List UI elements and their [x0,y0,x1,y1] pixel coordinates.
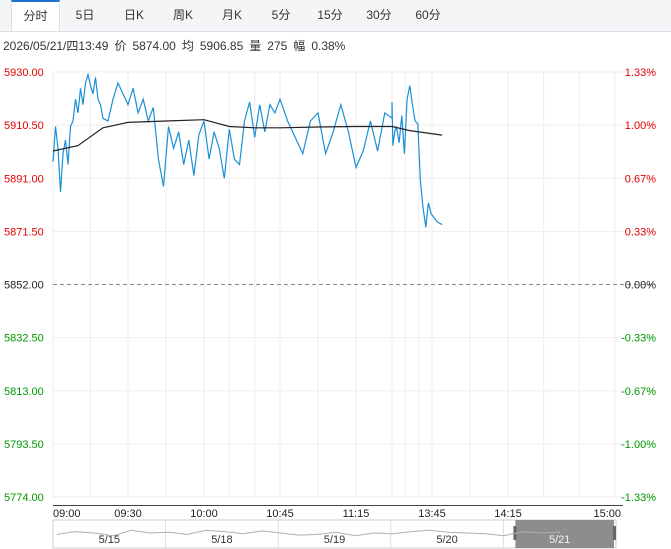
x-tick-label: 14:15 [494,508,522,520]
x-tick-label: 09:00 [53,508,81,520]
pct-tick-label: -0.67% [621,386,656,398]
pct-tick-label: -1.00% [621,439,656,451]
pct-tick-label: 1.00% [625,120,656,132]
intraday-chart[interactable]: 5930.00 1.33% 5910.50 1.00% 5891.00 0.67% 5871… [0,0,671,549]
pct-tick-label: 0.67% [625,173,656,185]
x-tick-label: 15:00 [593,508,621,520]
navigator-day-label: 5/18 [211,534,232,546]
pct-tick-label: 1.33% [625,67,656,79]
x-tick-label: 13:45 [418,508,446,520]
pct-tick-label: 0.00% [625,280,656,292]
price-line [52,72,443,228]
y-tick-label: 5930.00 [4,67,44,79]
y-tick-label: 5832.50 [4,333,44,345]
y-tick-label: 5793.50 [4,439,44,451]
y-tick-label: 5774.00 [4,492,44,504]
y-tick-label: 5910.50 [4,120,44,132]
y-tick-label: 5852.00 [4,280,44,292]
average-line [52,119,443,152]
navigator-day-label: 5/15 [99,534,120,546]
navigator-day-label: 5/20 [436,534,457,546]
x-tick-label: 10:00 [190,508,218,520]
navigator-day-label: 5/21 [549,534,570,546]
navigator-day-label: 5/19 [324,534,345,546]
y-tick-label: 5813.00 [4,386,44,398]
pct-tick-label: -1.33% [621,492,656,504]
y-tick-label: 5891.00 [4,173,44,185]
pct-tick-label: -0.33% [621,333,656,345]
x-tick-label: 11:15 [343,508,370,520]
pct-tick-label: 0.33% [625,226,656,238]
x-tick-label: 10:45 [266,508,294,520]
y-tick-label: 5871.50 [4,226,44,238]
navigator-handle-right [613,526,616,540]
x-axis-line [53,505,623,506]
x-tick-label: 09:30 [114,508,142,520]
